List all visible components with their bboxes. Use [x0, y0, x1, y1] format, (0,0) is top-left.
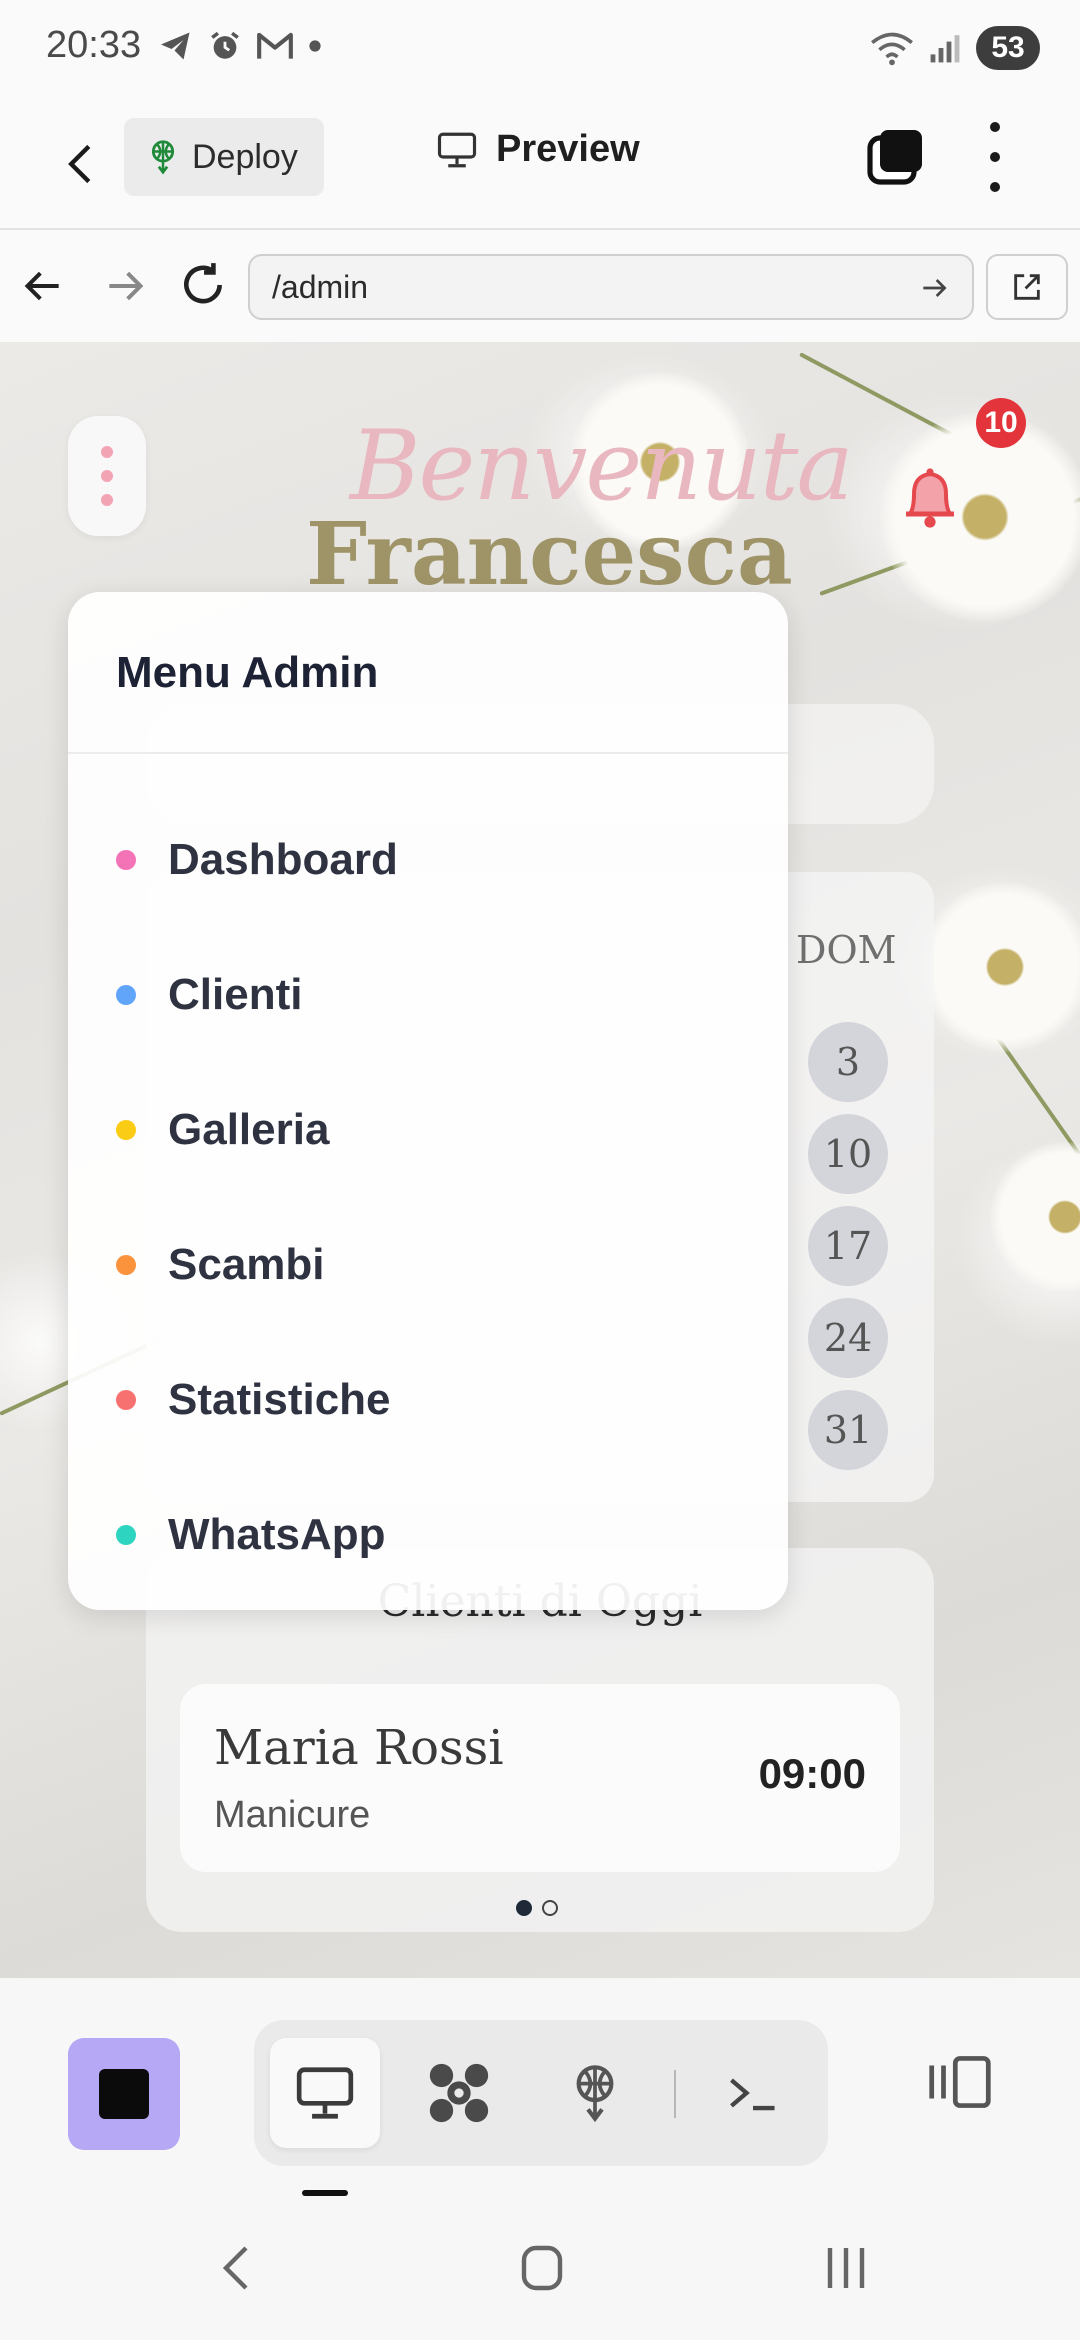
deploy-icon: [151, 140, 175, 175]
preview-viewport: Benvenuta Francesca 10 DOM 3 10 17 24 31…: [0, 342, 1080, 1978]
menu-dot: [116, 1254, 136, 1275]
menu-item-galleria[interactable]: Galleria: [68, 1062, 788, 1197]
menu-item-label: Dashboard: [168, 834, 398, 884]
url-text: /admin: [272, 268, 369, 305]
menu-item-whatsapp[interactable]: WhatsApp: [68, 1467, 788, 1602]
preview-label: Preview: [496, 128, 640, 170]
admin-menu-title: Menu Admin: [116, 648, 379, 697]
client-service: Manicure: [214, 1794, 371, 1836]
dock-workspace-tab[interactable]: [404, 2038, 514, 2148]
battery-indicator: 53: [976, 26, 1040, 70]
menu-item-statistiche[interactable]: Statistiche: [68, 1332, 788, 1467]
admin-menu-list: Dashboard Clienti Galleria Scambi Statis…: [68, 792, 788, 1602]
calendar-column: 3 10 17 24 31: [808, 1022, 888, 1470]
wifi-icon: [871, 32, 913, 66]
open-external-button[interactable]: [986, 254, 1068, 320]
menu-dot: [116, 1389, 136, 1410]
calendar-day[interactable]: 10: [808, 1114, 888, 1194]
external-link-icon: [1014, 274, 1040, 300]
notification-badge: 10: [976, 398, 1026, 448]
stop-button[interactable]: [68, 2038, 180, 2150]
dot-icon: [309, 40, 321, 52]
gmail-icon: [257, 32, 293, 59]
system-home-icon[interactable]: [518, 2242, 566, 2294]
dock-active-indicator: [302, 2190, 348, 2196]
arrow-left-icon[interactable]: [22, 264, 66, 308]
bell-icon[interactable]: [900, 464, 960, 532]
menu-item-label: Galleria: [168, 1104, 330, 1154]
menu-dot: [116, 849, 136, 870]
app-toolbar: Deploy Preview: [0, 100, 1080, 230]
menu-item-label: Statistiche: [168, 1374, 391, 1424]
menu-dot: [116, 984, 136, 1005]
menu-dot: [116, 1119, 136, 1140]
chevron-left-icon: [68, 144, 91, 184]
deploy-button[interactable]: Deploy: [124, 118, 324, 196]
carousel-pager: [516, 1900, 558, 1916]
status-bar: 20:33 53: [0, 0, 1080, 100]
stop-icon: [99, 2069, 149, 2119]
calendar-day[interactable]: 31: [808, 1390, 888, 1470]
dock-shell-tab[interactable]: [698, 2038, 808, 2148]
client-time: 09:00: [758, 1750, 866, 1797]
deploy-label: Deploy: [192, 137, 298, 176]
calendar-day[interactable]: 24: [808, 1298, 888, 1378]
more-options-button[interactable]: [980, 122, 1010, 192]
calendar-day-header: DOM: [796, 928, 897, 972]
status-time: 20:33: [46, 24, 142, 66]
system-recents-icon[interactable]: [822, 2242, 870, 2294]
menu-item-label: Clienti: [168, 969, 303, 1019]
client-appointment[interactable]: Maria Rossi Manicure 09:00: [180, 1684, 900, 1872]
admin-menu-panel: Menu Admin Dashboard Clienti Galleria Sc…: [68, 592, 788, 1610]
bottom-dock: [0, 1978, 1080, 2198]
menu-toggle-button[interactable]: [68, 416, 146, 536]
calendar-day[interactable]: 3: [808, 1022, 888, 1102]
welcome-name: Francesca: [306, 504, 793, 605]
system-back-icon[interactable]: [214, 2242, 258, 2294]
menu-item-dashboard[interactable]: Dashboard: [68, 792, 788, 927]
menu-item-label: WhatsApp: [168, 1509, 386, 1559]
dock-deploy-tab[interactable]: [540, 2038, 650, 2148]
client-name: Maria Rossi: [214, 1720, 504, 1776]
dock-tab-group: [254, 2020, 828, 2166]
deploy-icon: [576, 2065, 614, 2123]
panels-button[interactable]: [920, 2042, 1000, 2122]
back-button[interactable]: [56, 134, 104, 194]
signal-icon: [930, 35, 960, 63]
workspace-icon: [429, 2063, 489, 2123]
system-navigation-bar: [0, 2198, 1080, 2340]
telegram-icon: [161, 32, 190, 60]
menu-item-label: Scambi: [168, 1239, 325, 1289]
arrow-right-icon[interactable]: [102, 264, 146, 308]
panels-icon: [929, 2056, 991, 2108]
pager-dot-active[interactable]: [516, 1900, 532, 1916]
status-system-icons: 53: [870, 26, 1040, 70]
menu-item-scambi[interactable]: Scambi: [68, 1197, 788, 1332]
pager-dot[interactable]: [542, 1900, 558, 1916]
status-notification-icons: [158, 28, 322, 64]
tabs-switcher-icon[interactable]: [866, 126, 926, 186]
reload-icon[interactable]: [178, 260, 228, 310]
alarm-icon: [211, 31, 239, 59]
monitor-icon: [437, 132, 477, 167]
decor-flower: [990, 1142, 1080, 1292]
dock-preview-tab[interactable]: [270, 2038, 380, 2148]
go-arrow-icon[interactable]: [918, 272, 950, 304]
monitor-icon: [296, 2067, 354, 2119]
calendar-day[interactable]: 17: [808, 1206, 888, 1286]
dock-separator: [674, 2070, 676, 2118]
menu-dot: [116, 1524, 136, 1545]
url-bar: /admin: [0, 232, 1080, 342]
preview-tab[interactable]: Preview: [436, 128, 640, 171]
url-input[interactable]: /admin: [248, 254, 974, 320]
terminal-icon: [730, 2078, 775, 2111]
menu-divider: [68, 752, 788, 754]
decor-flower: [920, 882, 1080, 1052]
menu-item-clienti[interactable]: Clienti: [68, 927, 788, 1062]
